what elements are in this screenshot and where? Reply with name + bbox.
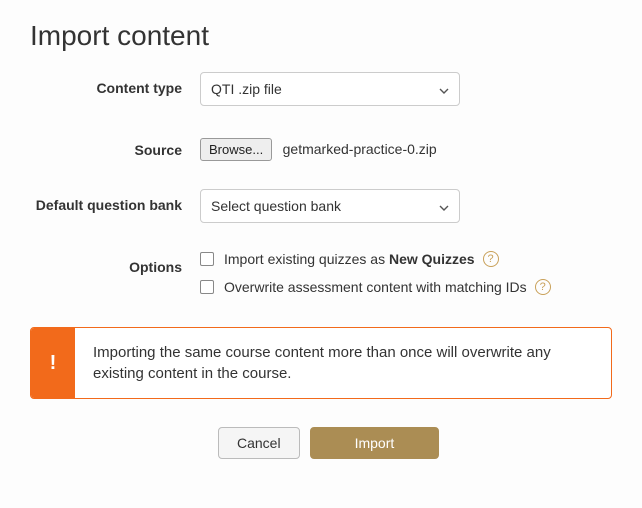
label-question-bank: Default question bank <box>30 189 200 213</box>
chevron-down-icon <box>439 198 449 214</box>
page-title: Import content <box>30 20 612 52</box>
cancel-button[interactable]: Cancel <box>218 427 300 459</box>
option-new-quizzes-prefix: Import existing quizzes as <box>224 251 389 267</box>
label-options: Options <box>30 251 200 275</box>
option-new-quizzes-bold: New Quizzes <box>389 251 475 267</box>
chevron-down-icon <box>439 81 449 97</box>
checkbox-new-quizzes[interactable] <box>200 252 214 266</box>
option-overwrite-ids: Overwrite assessment content with matchi… <box>200 279 612 295</box>
button-bar: Cancel Import <box>218 427 612 459</box>
question-bank-select[interactable]: Select question bank <box>200 189 460 223</box>
label-content-type: Content type <box>30 72 200 96</box>
row-source: Source Browse... getmarked-practice-0.zi… <box>30 134 612 161</box>
selected-filename: getmarked-practice-0.zip <box>283 141 437 157</box>
browse-button[interactable]: Browse... <box>200 138 272 161</box>
import-button[interactable]: Import <box>310 427 440 459</box>
content-type-select[interactable]: QTI .zip file <box>200 72 460 106</box>
help-icon[interactable]: ? <box>535 279 551 295</box>
row-options: Options Import existing quizzes as New Q… <box>30 251 612 307</box>
warning-alert-text: Importing the same course content more t… <box>75 328 611 398</box>
option-overwrite-ids-label: Overwrite assessment content with matchi… <box>224 279 527 295</box>
row-question-bank: Default question bank Select question ba… <box>30 189 612 223</box>
exclamation-icon: ! <box>31 328 75 398</box>
checkbox-overwrite-ids[interactable] <box>200 280 214 294</box>
option-new-quizzes: Import existing quizzes as New Quizzes ? <box>200 251 612 267</box>
row-content-type: Content type QTI .zip file <box>30 72 612 106</box>
warning-alert: ! Importing the same course content more… <box>30 327 612 399</box>
help-icon[interactable]: ? <box>483 251 499 267</box>
content-type-value: QTI .zip file <box>211 81 282 97</box>
label-source: Source <box>30 134 200 158</box>
question-bank-value: Select question bank <box>211 198 341 214</box>
